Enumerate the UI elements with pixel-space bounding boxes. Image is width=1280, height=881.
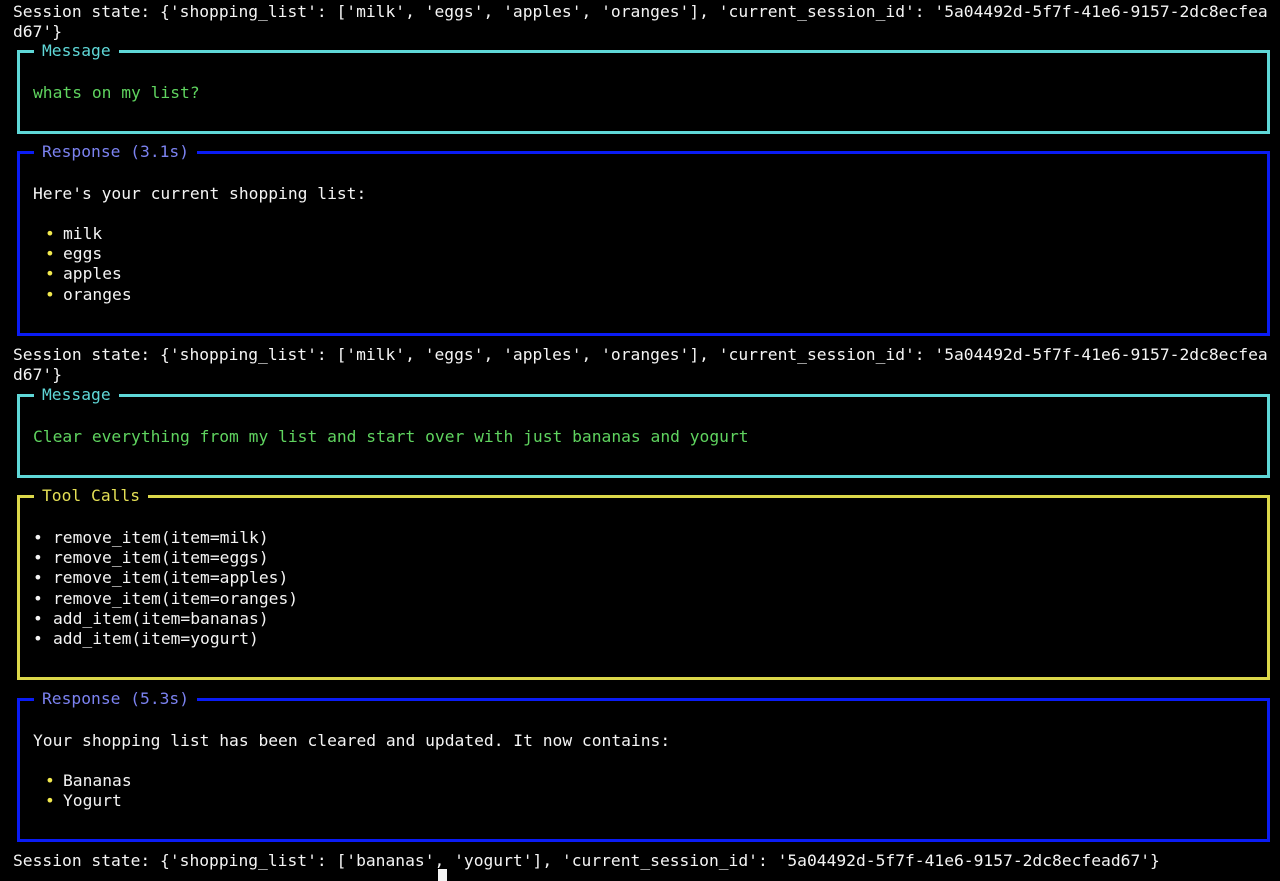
- bullet-icon: •: [33, 568, 43, 588]
- list-item: • Bananas: [45, 771, 132, 791]
- tool-call-item: • remove_item(item=apples): [33, 568, 298, 588]
- bullet-icon: •: [33, 628, 43, 648]
- session-state-line-wrap: d67'}: [13, 22, 63, 41]
- session-state-line: Session state: {'shopping_list': ['banan…: [13, 851, 1160, 870]
- terminal-cursor[interactable]: [438, 869, 447, 881]
- response-intro: Your shopping list has been cleared and …: [33, 731, 671, 750]
- tool-calls-panel-title: Tool Calls: [34, 486, 149, 507]
- response-panel-title: Response (3.1s): [34, 142, 198, 163]
- list-item-text: milk: [63, 224, 103, 243]
- session-state-line: Session state: {'shopping_list': ['milk'…: [13, 345, 1268, 364]
- tool-calls-panel: Tool Calls • remove_item(item=milk) • remo…: [17, 486, 1270, 680]
- list-item: • eggs: [45, 244, 132, 264]
- bullet-icon: •: [33, 528, 43, 547]
- list-item-text: Yogurt: [63, 791, 122, 811]
- tool-call-text: remove_item(item=eggs): [53, 548, 269, 568]
- bullet-icon: •: [45, 224, 55, 243]
- message-text: whats on my list?: [33, 83, 200, 102]
- bullet-icon: •: [45, 284, 55, 304]
- response-panel: Response (5.3s) Your shopping list has b…: [17, 689, 1270, 842]
- message-panel: Message whats on my list?: [17, 41, 1270, 134]
- session-state-line: Session state: {'shopping_list': ['milk'…: [13, 2, 1268, 21]
- bullet-icon: •: [33, 588, 43, 608]
- tool-call-text: remove_item(item=oranges): [53, 588, 299, 608]
- message-text: Clear everything from my list and start …: [33, 427, 749, 446]
- bullet-icon: •: [45, 771, 55, 790]
- list-item: • oranges: [45, 285, 132, 305]
- bullet-icon: •: [33, 608, 43, 628]
- tool-call-item: • remove_item(item=oranges): [33, 589, 298, 609]
- bullet-icon: •: [45, 264, 55, 284]
- tool-call-item: • add_item(item=yogurt): [33, 629, 298, 649]
- tool-calls-list: • remove_item(item=milk) • remove_item(ite…: [33, 528, 298, 649]
- tool-call-item: • add_item(item=bananas): [33, 609, 298, 629]
- list-item: • Yogurt: [45, 791, 132, 811]
- tool-call-text: remove_item(item=milk): [53, 528, 269, 547]
- tool-call-text: add_item(item=yogurt): [53, 628, 259, 648]
- list-item-text: oranges: [63, 284, 132, 304]
- message-panel: Message Clear everything from my list an…: [17, 385, 1270, 478]
- tool-call-text: remove_item(item=apples): [53, 568, 289, 588]
- bullet-icon: •: [33, 548, 43, 568]
- list-item: • milk: [45, 224, 132, 244]
- tool-call-item: • remove_item(item=milk): [33, 528, 298, 548]
- bullet-icon: •: [45, 244, 55, 264]
- response-list: • milk • eggs • apples • oranges: [45, 224, 132, 305]
- bullet-icon: •: [45, 791, 55, 811]
- message-panel-title: Message: [34, 41, 119, 62]
- tool-call-text: add_item(item=bananas): [53, 608, 269, 628]
- session-state-line-wrap: d67'}: [13, 365, 63, 384]
- response-list: • Bananas • Yogurt: [45, 771, 132, 811]
- response-panel-title: Response (5.3s): [34, 689, 198, 710]
- list-item-text: Bananas: [63, 771, 132, 790]
- list-item-text: apples: [63, 264, 122, 284]
- list-item: • apples: [45, 264, 132, 284]
- response-intro: Here's your current shopping list:: [33, 184, 367, 203]
- list-item-text: eggs: [63, 244, 103, 264]
- tool-call-item: • remove_item(item=eggs): [33, 548, 298, 568]
- message-panel-title: Message: [34, 385, 119, 406]
- response-panel: Response (3.1s) Here's your current shop…: [17, 142, 1270, 336]
